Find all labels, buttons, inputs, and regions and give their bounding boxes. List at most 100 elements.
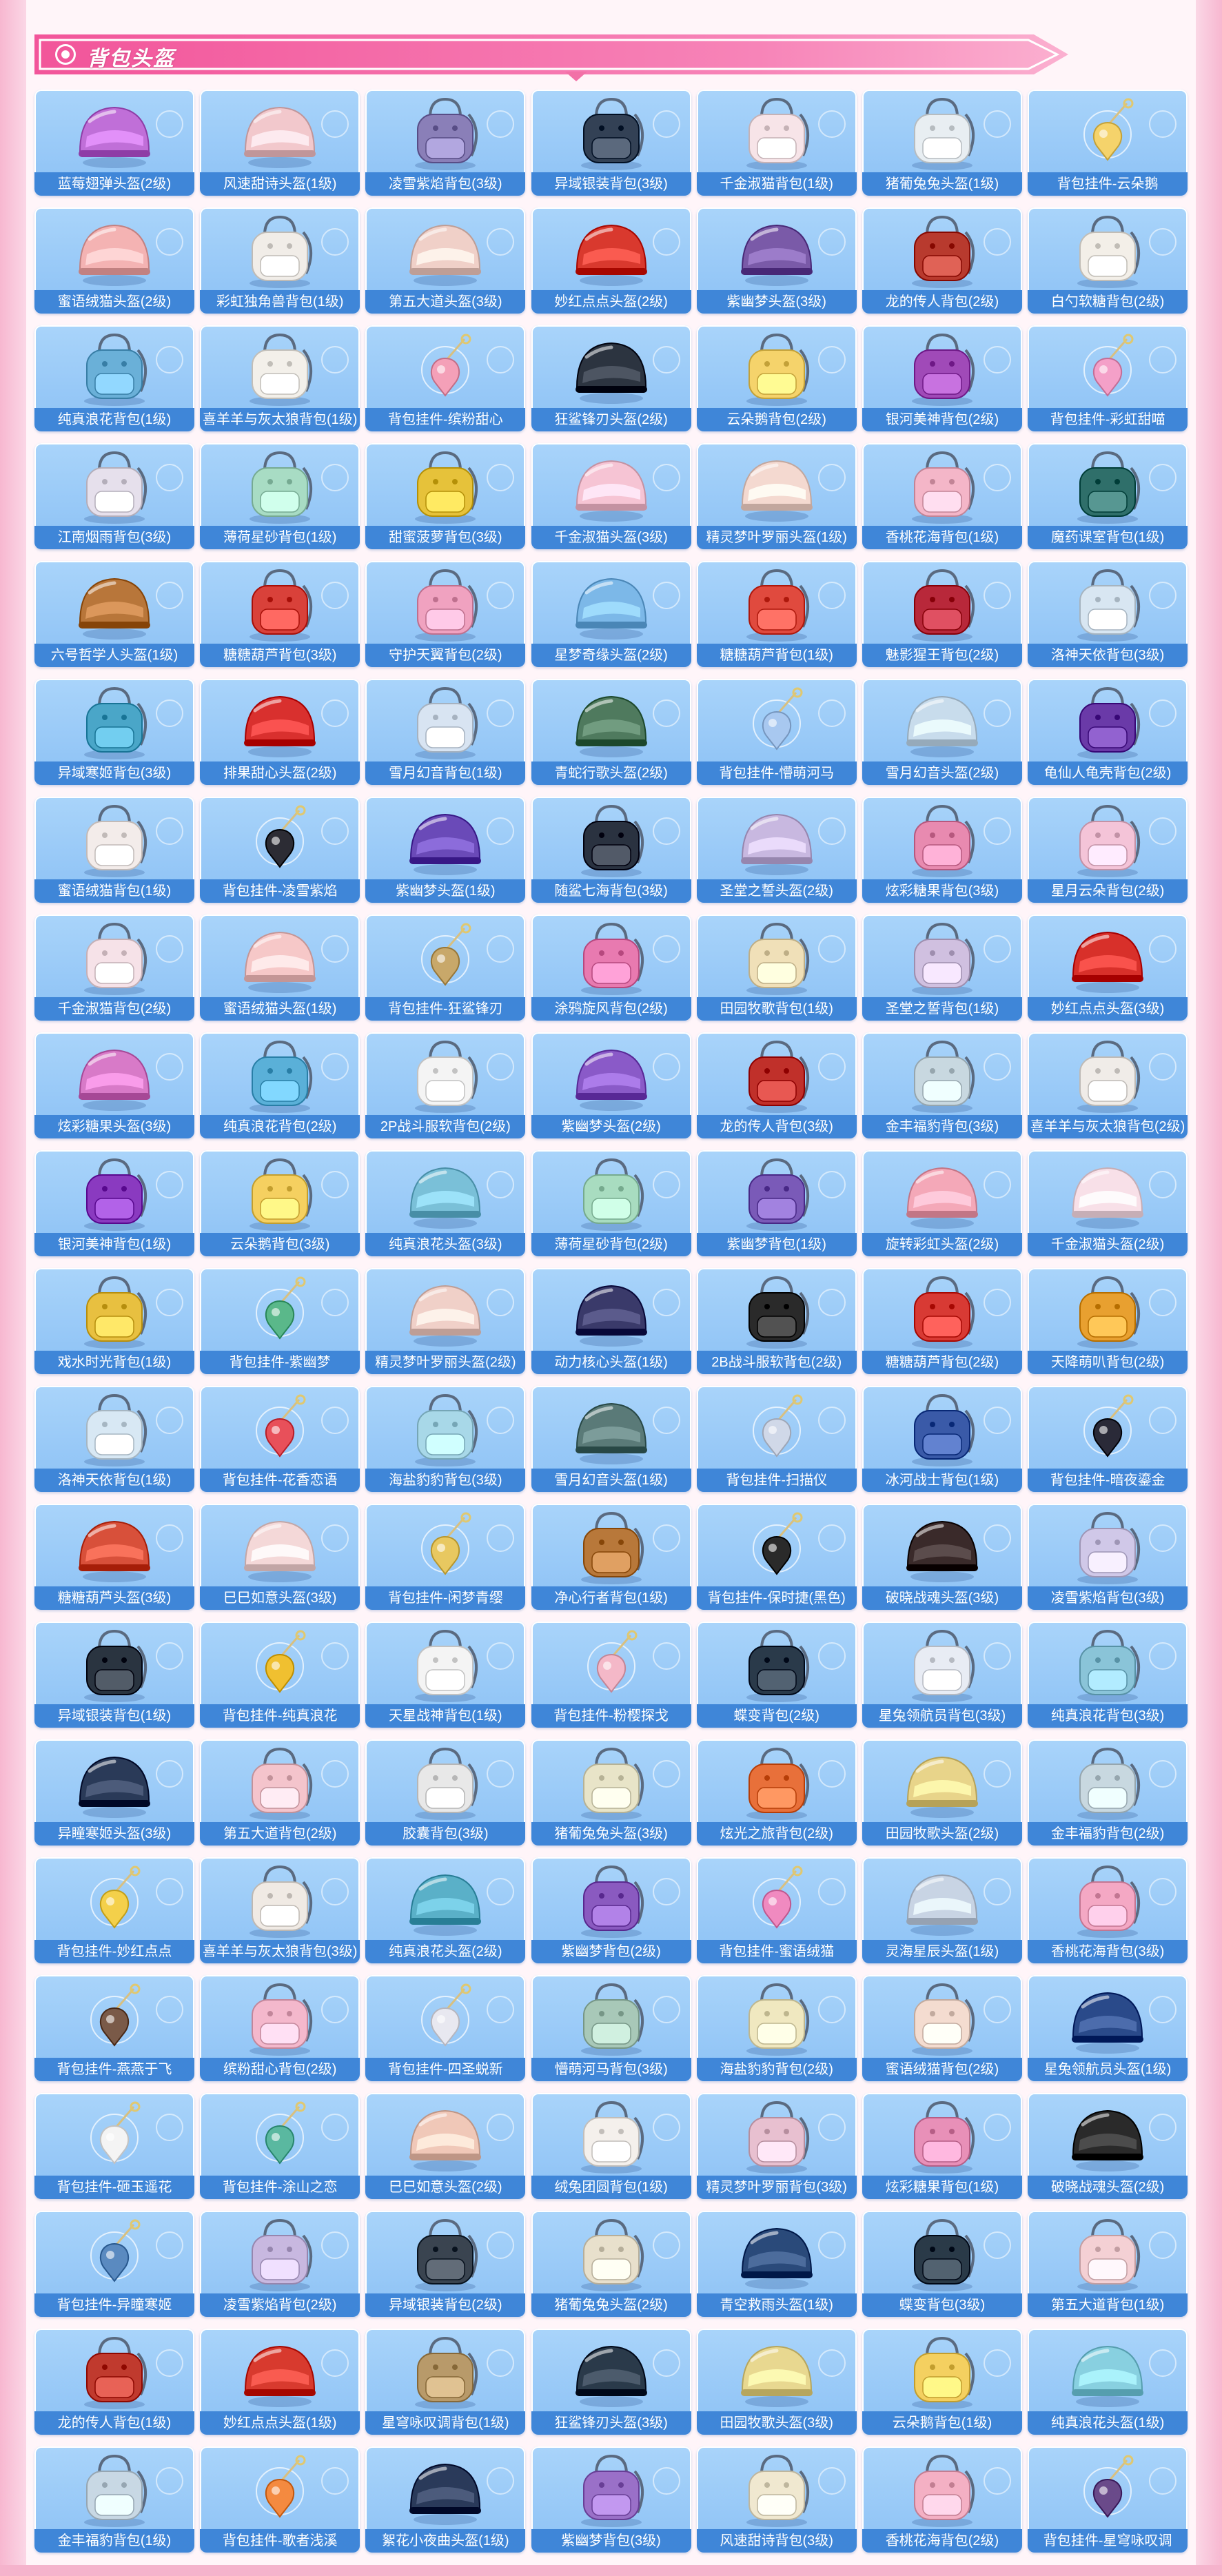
item-card[interactable]: 田园牧歌背包(1级) (696, 914, 857, 1021)
item-card[interactable]: 炫光之旅背包(2级) (696, 1739, 857, 1846)
item-card[interactable]: 纯真浪花背包(2级) (200, 1032, 360, 1138)
item-card[interactable]: 云朵鹅背包(2级) (696, 325, 857, 431)
item-card[interactable]: 戏水时光背包(1级) (34, 1268, 194, 1374)
item-card[interactable]: 星兔领航员头盔(1级) (1028, 1975, 1188, 2081)
item-card[interactable]: 背包挂件-燕燕于飞 (34, 1975, 194, 2081)
item-card[interactable]: 凌雪紫焰背包(2级) (200, 2211, 360, 2317)
item-card[interactable]: 蓝莓翅弹头盔(2级) (34, 90, 194, 196)
item-card[interactable]: 紫幽梦头盔(3级) (696, 207, 857, 314)
item-card[interactable]: 背包挂件-花香恋语 (200, 1386, 360, 1492)
item-card[interactable]: 金丰福豹背包(2级) (1028, 1739, 1188, 1846)
item-card[interactable]: 蝶变背包(3级) (862, 2211, 1022, 2317)
item-card[interactable]: 紫幽梦背包(2级) (531, 1857, 691, 1963)
item-card[interactable]: 六号哲学人头盔(1级) (34, 561, 194, 667)
item-card[interactable]: 妙红点点头盔(1级) (200, 2329, 360, 2435)
item-card[interactable]: 紫幽梦头盔(1级) (365, 797, 526, 903)
item-card[interactable]: 千金淑猫头盔(3级) (531, 443, 691, 549)
item-card[interactable]: 洛神天依背包(1级) (34, 1386, 194, 1492)
item-card[interactable]: 蜜语绒猫头盔(1级) (200, 914, 360, 1021)
item-card[interactable]: 背包挂件-蜜语绒猫 (696, 1857, 857, 1963)
item-card[interactable]: 背包挂件-星穹咏叹调 (1028, 2446, 1188, 2553)
item-card[interactable]: 星月云朵背包(2级) (1028, 797, 1188, 903)
item-card[interactable]: 懵萌河马背包(3级) (531, 1975, 691, 2081)
item-card[interactable]: 星梦奇缘头盔(2级) (531, 561, 691, 667)
item-card[interactable]: 蜜语绒猫背包(2级) (862, 1975, 1022, 2081)
item-card[interactable]: 背包挂件-保时捷(黑色) (696, 1504, 857, 1610)
item-card[interactable]: 絮花小夜曲头盔(1级) (365, 2446, 526, 2553)
item-card[interactable]: 纯真浪花头盔(1级) (1028, 2329, 1188, 2435)
item-card[interactable]: 2P战斗服软背包(2级) (365, 1032, 526, 1138)
item-card[interactable]: 背包挂件-砸玉遥花 (34, 2093, 194, 2199)
item-card[interactable]: 背包挂件-懵萌河马 (696, 679, 857, 785)
item-card[interactable]: 蜜语绒猫头盔(2级) (34, 207, 194, 314)
item-card[interactable]: 猪葡兔兔头盔(3级) (531, 1739, 691, 1846)
item-card[interactable]: 第五大道背包(1级) (1028, 2211, 1188, 2317)
item-card[interactable]: 异瞳寒姬头盔(3级) (34, 1739, 194, 1846)
item-card[interactable]: 巳巳如意头盔(2级) (365, 2093, 526, 2199)
item-card[interactable]: 炫彩糖果背包(1级) (862, 2093, 1022, 2199)
item-card[interactable]: 随鲨七海背包(3级) (531, 797, 691, 903)
item-card[interactable]: 蜜语绒猫背包(1级) (34, 797, 194, 903)
item-card[interactable]: 田园牧歌头盔(3级) (696, 2329, 857, 2435)
item-card[interactable]: 糖糖葫芦背包(2级) (862, 1268, 1022, 1374)
item-card[interactable]: 背包挂件-凌雪紫焰 (200, 797, 360, 903)
item-card[interactable]: 银河美神背包(2级) (862, 325, 1022, 431)
item-card[interactable]: 灵海星辰头盔(1级) (862, 1857, 1022, 1963)
item-card[interactable]: 猪葡兔兔头盔(1级) (862, 90, 1022, 196)
item-card[interactable]: 背包挂件-粉樱探戈 (531, 1622, 691, 1728)
item-card[interactable]: 涂鸦旋风背包(2级) (531, 914, 691, 1021)
item-card[interactable]: 糖糖葫芦背包(1级) (696, 561, 857, 667)
item-card[interactable]: 第五大道头盔(3级) (365, 207, 526, 314)
item-card[interactable]: 龙的传人背包(1级) (34, 2329, 194, 2435)
item-card[interactable]: 排果甜心头盔(2级) (200, 679, 360, 785)
item-card[interactable]: 蝶变背包(2级) (696, 1622, 857, 1728)
item-card[interactable]: 彩虹独角兽背包(1级) (200, 207, 360, 314)
item-card[interactable]: 千金淑猫头盔(2级) (1028, 1150, 1188, 1256)
item-card[interactable]: 雪月幻音头盔(2级) (862, 679, 1022, 785)
item-card[interactable]: 青空救雨头盔(1级) (696, 2211, 857, 2317)
item-card[interactable]: 炫彩糖果背包(3级) (862, 797, 1022, 903)
item-card[interactable]: 香桃花海背包(3级) (1028, 1857, 1188, 1963)
item-card[interactable]: 净心行者背包(1级) (531, 1504, 691, 1610)
item-card[interactable]: 凌雪紫焰背包(3级) (1028, 1504, 1188, 1610)
item-card[interactable]: 异域银装背包(2级) (365, 2211, 526, 2317)
item-card[interactable]: 精灵梦叶罗丽背包(3级) (696, 2093, 857, 2199)
item-card[interactable]: 天降萌叭背包(2级) (1028, 1268, 1188, 1374)
item-card[interactable]: 喜羊羊与灰太狼背包(2级) (1028, 1032, 1188, 1138)
item-card[interactable]: 金丰福豹背包(1级) (34, 2446, 194, 2553)
item-card[interactable]: 守护天翼背包(2级) (365, 561, 526, 667)
item-card[interactable]: 风速甜诗背包(3级) (696, 2446, 857, 2553)
item-card[interactable]: 海盐豹豹背包(3级) (365, 1386, 526, 1492)
item-card[interactable]: 香桃花海背包(1级) (862, 443, 1022, 549)
item-card[interactable]: 背包挂件-缤粉甜心 (365, 325, 526, 431)
item-card[interactable]: 猪葡兔兔头盔(2级) (531, 2211, 691, 2317)
item-card[interactable]: 喜羊羊与灰太狼背包(1级) (200, 325, 360, 431)
item-card[interactable]: 缤粉甜心背包(2级) (200, 1975, 360, 2081)
item-card[interactable]: 雪月幻音头盔(1级) (531, 1386, 691, 1492)
item-card[interactable]: 青蛇行歌头盔(2级) (531, 679, 691, 785)
item-card[interactable]: 纯真浪花头盔(2级) (365, 1857, 526, 1963)
item-card[interactable]: 背包挂件-云朵鹅 (1028, 90, 1188, 196)
item-card[interactable]: 风速甜诗头盔(1级) (200, 90, 360, 196)
item-card[interactable]: 田园牧歌头盔(2级) (862, 1739, 1022, 1846)
item-card[interactable]: 纯真浪花背包(3级) (1028, 1622, 1188, 1728)
item-card[interactable]: 异域银装背包(3级) (531, 90, 691, 196)
item-card[interactable]: 狂鲨锋刃头盔(2级) (531, 325, 691, 431)
item-card[interactable]: 银河美神背包(1级) (34, 1150, 194, 1256)
item-card[interactable]: 魅影猩王背包(2级) (862, 561, 1022, 667)
item-card[interactable]: 糖糖葫芦背包(3级) (200, 561, 360, 667)
item-card[interactable]: 背包挂件-涂山之恋 (200, 2093, 360, 2199)
item-card[interactable]: 云朵鹅背包(1级) (862, 2329, 1022, 2435)
item-card[interactable]: 背包挂件-彩虹甜喵 (1028, 325, 1188, 431)
item-card[interactable]: 异域寒姬背包(3级) (34, 679, 194, 785)
item-card[interactable]: 背包挂件-四圣蜕新 (365, 1975, 526, 2081)
item-card[interactable]: 薄荷星砂背包(1级) (200, 443, 360, 549)
item-card[interactable]: 精灵梦叶罗丽头盔(2级) (365, 1268, 526, 1374)
item-card[interactable]: 背包挂件-纯真浪花 (200, 1622, 360, 1728)
item-card[interactable]: 第五大道背包(2级) (200, 1739, 360, 1846)
item-card[interactable]: 2B战斗服软背包(2级) (696, 1268, 857, 1374)
item-card[interactable]: 背包挂件-闲梦青缨 (365, 1504, 526, 1610)
item-card[interactable]: 背包挂件-扫描仪 (696, 1386, 857, 1492)
item-card[interactable]: 金丰福豹背包(3级) (862, 1032, 1022, 1138)
item-card[interactable]: 动力核心头盔(1级) (531, 1268, 691, 1374)
